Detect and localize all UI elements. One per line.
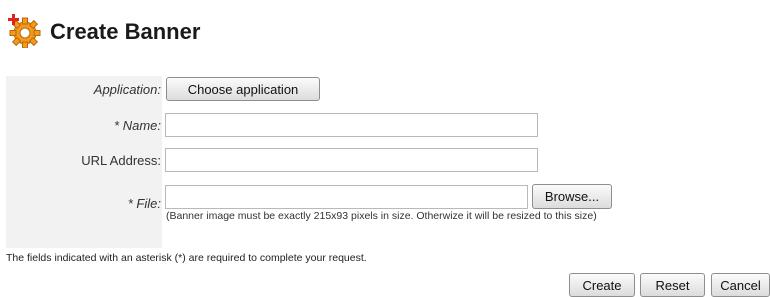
- file-label: * File:: [127, 196, 161, 211]
- url-address-input[interactable]: [165, 148, 538, 172]
- file-size-hint: (Banner image must be exactly 215x93 pix…: [166, 210, 597, 222]
- create-button[interactable]: Create: [569, 273, 635, 297]
- browse-button[interactable]: Browse...: [532, 184, 612, 209]
- reset-button[interactable]: Reset: [640, 273, 705, 297]
- name-input[interactable]: [165, 113, 538, 137]
- page-header: Create Banner: [6, 12, 201, 49]
- file-path-input[interactable]: [165, 185, 528, 209]
- required-fields-note: The fields indicated with an asterisk (*…: [6, 252, 367, 264]
- url-address-label: URL Address:: [81, 153, 161, 168]
- name-label: * Name:: [114, 118, 161, 133]
- choose-application-button[interactable]: Choose application: [166, 77, 320, 101]
- gear-plus-icon: [6, 12, 42, 49]
- cancel-button[interactable]: Cancel: [711, 273, 770, 297]
- page-title: Create Banner: [50, 19, 201, 44]
- application-label: Application:: [93, 82, 161, 97]
